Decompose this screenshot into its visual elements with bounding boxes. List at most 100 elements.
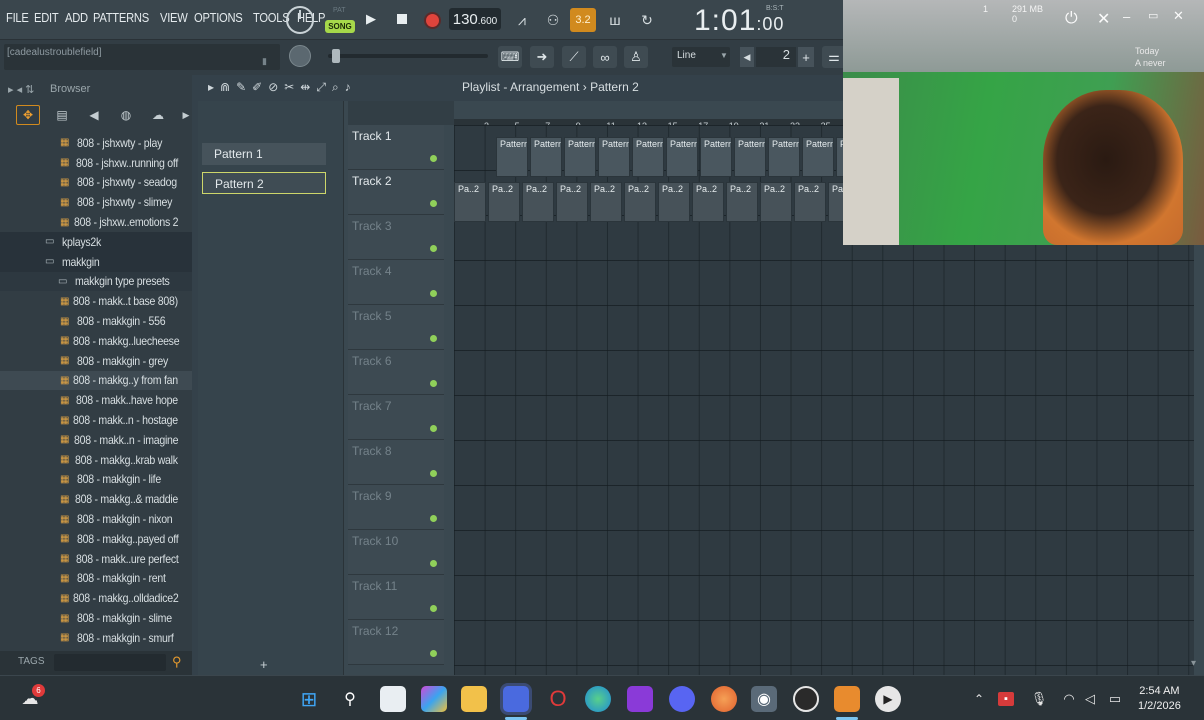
countdown-button[interactable]: 3.2	[570, 8, 596, 32]
search-icon[interactable]: ⚲	[172, 654, 182, 670]
menu-add[interactable]: ADD	[65, 10, 88, 25]
browser-file[interactable]: ▦ 808 - makkgin - slime	[0, 608, 192, 628]
browser-file[interactable]: ▦ 808 - makkg..luecheese	[0, 331, 192, 351]
browser-file[interactable]: ▦ 808 - makk..n - imagine	[0, 430, 192, 450]
pattern-1-clip[interactable]: Pattern 1	[700, 137, 732, 177]
menu-options[interactable]: OPTIONS	[194, 10, 243, 25]
browser-file[interactable]: ▦ 808 - jshxwty - slimey	[0, 192, 192, 212]
chevron-right-icon[interactable]: ▶	[174, 105, 198, 125]
menu-file[interactable]: FILE	[6, 10, 29, 25]
pattern-2-clip[interactable]: Pa..2	[454, 182, 486, 222]
loop-record-icon[interactable]: ↻	[634, 8, 660, 32]
browser-file[interactable]: ▦ 808 - makkg..y from fan	[0, 370, 192, 391]
browser-file[interactable]: ▦ 808 - makk..n - hostage	[0, 410, 192, 430]
track-mute-led[interactable]	[430, 335, 437, 342]
menu-edit[interactable]: EDIT	[34, 10, 59, 25]
power-icon[interactable]: ⏻	[1065, 10, 1078, 28]
pattern-2-clip[interactable]: Pa..2	[760, 182, 792, 222]
track-header[interactable]: Track 2	[348, 170, 444, 215]
track-header[interactable]: Track 8	[348, 440, 444, 485]
pattern-2-clip[interactable]: Pa..2	[522, 182, 554, 222]
menu-patterns[interactable]: PATTERNS	[93, 10, 149, 25]
arrow-right-icon[interactable]: ➜	[530, 46, 554, 68]
browser-folder[interactable]: ▭ makkgin type presets	[0, 271, 192, 292]
stop-button[interactable]	[391, 8, 413, 30]
menu-view[interactable]: VIEW	[160, 10, 188, 25]
opera-icon[interactable]: O	[545, 686, 571, 712]
track-header[interactable]: Track 5	[348, 305, 444, 350]
all-sources-tab-icon[interactable]: ✥	[16, 105, 40, 125]
master-pitch-knob[interactable]	[289, 45, 311, 67]
pattern-2-clip[interactable]: Pa..2	[590, 182, 622, 222]
discord-icon[interactable]	[669, 686, 695, 712]
pattern-1-clip[interactable]: Pattern 1	[768, 137, 800, 177]
pattern-2-clip[interactable]: Pa..2	[556, 182, 588, 222]
main-volume-dial[interactable]	[286, 6, 314, 34]
pattern-1-clip[interactable]: Pattern 1	[666, 137, 698, 177]
play-button[interactable]: ▶	[360, 8, 382, 30]
pattern-1-clip[interactable]: Pattern 1	[598, 137, 630, 177]
picker-pattern-2[interactable]: Pattern 2	[202, 172, 326, 194]
microphone-icon[interactable]: 🎙	[1026, 686, 1052, 712]
metronome-icon[interactable]: ⩘	[509, 8, 535, 32]
track-mute-led[interactable]	[430, 650, 437, 657]
copilot-icon[interactable]	[421, 686, 447, 712]
file-explorer-icon[interactable]	[461, 686, 487, 712]
browser-file[interactable]: ▦ 808 - makk..have hope	[0, 390, 192, 410]
file-tab-icon[interactable]: ▤	[50, 105, 74, 125]
media-player-icon[interactable]: ▶	[875, 686, 901, 712]
link-icon[interactable]: ∞	[593, 46, 617, 68]
browser-file[interactable]: ▦ 808 - makkg..payed off	[0, 529, 192, 549]
cloud-tab-icon[interactable]: ☁	[146, 105, 170, 125]
step-edit-icon[interactable]: ш	[602, 8, 628, 32]
track-mute-led[interactable]	[430, 200, 437, 207]
pattern-2-clip[interactable]: Pa..2	[658, 182, 690, 222]
browser-file[interactable]: ▦ 808 - makkgin - grey	[0, 351, 192, 371]
browser-file[interactable]: ▦ 808 - makkgin - 556	[0, 311, 192, 331]
track-mute-led[interactable]	[430, 425, 437, 432]
browser-file[interactable]: ▦ 808 - makkgin - smurf	[0, 628, 192, 648]
volume-icon[interactable]: ◁	[1077, 686, 1103, 712]
globe-tab-icon[interactable]: ◍	[114, 105, 138, 125]
camera-icon[interactable]: ◉	[751, 686, 777, 712]
browser-file[interactable]: ▦ 808 - makk..t base 808)	[0, 291, 192, 311]
browser-icon[interactable]	[711, 686, 737, 712]
track-mute-led[interactable]	[430, 380, 437, 387]
add-pattern-button[interactable]: +	[798, 47, 814, 67]
chevron-down-icon[interactable]: ▼	[720, 51, 728, 60]
track-mute-led[interactable]	[430, 470, 437, 477]
stamp-icon[interactable]: ♙	[624, 46, 648, 68]
track-header[interactable]: Track 4	[348, 260, 444, 305]
task-view-icon[interactable]	[380, 686, 406, 712]
chevron-up-icon[interactable]: ⌃	[966, 686, 992, 712]
tray-app-icon[interactable]: ▪	[998, 692, 1014, 706]
fl-studio-icon[interactable]	[834, 686, 860, 712]
pattern-2-clip[interactable]: Pa..2	[488, 182, 520, 222]
pattern-1-clip[interactable]: Pattern 1	[530, 137, 562, 177]
browser-file[interactable]: ▦ 808 - makkg..olldadice2	[0, 588, 192, 608]
obs-icon[interactable]	[793, 686, 819, 712]
pattern-1-clip[interactable]: Pattern 1	[802, 137, 834, 177]
wait-for-input-icon[interactable]: ⚇	[540, 8, 566, 32]
battery-icon[interactable]: ▭	[1102, 686, 1128, 712]
record-button[interactable]	[420, 8, 444, 32]
tags-input[interactable]	[54, 654, 166, 671]
browser-file[interactable]: ▦ 808 - makkgin - nixon	[0, 509, 192, 529]
track-mute-led[interactable]	[430, 290, 437, 297]
lock-icon[interactable]: ▮	[262, 56, 267, 67]
track-mute-led[interactable]	[430, 560, 437, 567]
track-mute-led[interactable]	[430, 155, 437, 162]
typing-keyboard-icon[interactable]: ⌨	[498, 46, 522, 68]
browser-file[interactable]: ▦ 808 - jshxw..running off	[0, 153, 192, 173]
track-mute-led[interactable]	[430, 515, 437, 522]
panel-arrows-icon[interactable]: ▸ ◂ ⇅	[8, 83, 34, 96]
add-icon[interactable]: +	[260, 657, 268, 672]
picker-pattern-1[interactable]: Pattern 1	[202, 143, 326, 165]
maximize-icon[interactable]: ▭	[1148, 9, 1158, 22]
close-icon[interactable]: ✕	[1097, 9, 1110, 29]
teams-icon[interactable]	[503, 686, 529, 712]
scroll-corner-icon[interactable]: ▾	[1191, 658, 1196, 669]
pattern-2-clip[interactable]: Pa..2	[692, 182, 724, 222]
tweak-icon[interactable]: ⟋	[562, 46, 586, 68]
search-icon[interactable]: ⚲	[337, 686, 363, 712]
